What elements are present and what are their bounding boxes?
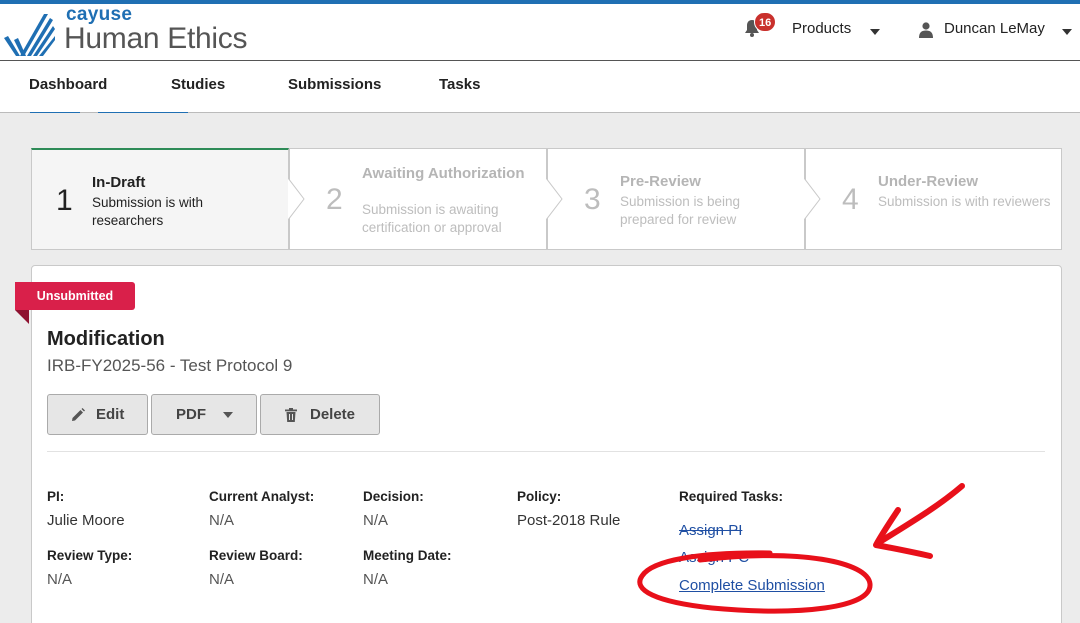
submission-card xyxy=(31,265,1062,623)
user-icon xyxy=(919,22,933,38)
step-title: Pre-Review xyxy=(620,173,701,190)
pi-label: PI: xyxy=(47,489,65,504)
main-nav: Dashboard Studies Submissions Tasks xyxy=(0,60,1080,113)
notification-count-badge[interactable]: 16 xyxy=(754,12,777,32)
step-number: 4 xyxy=(842,183,859,216)
trash-icon xyxy=(285,408,297,422)
step-chevron-icon xyxy=(546,178,563,220)
decision-value: N/A xyxy=(363,512,389,529)
status-badge: Unsubmitted xyxy=(15,282,135,310)
nav-submissions[interactable]: Submissions xyxy=(288,76,381,93)
step-number: 3 xyxy=(584,183,601,216)
step-awaiting-authorization: 2 Awaiting Authorization Submission is a… xyxy=(289,148,547,250)
decision-label: Decision: xyxy=(363,489,424,504)
products-chevron-down-icon[interactable] xyxy=(870,29,880,35)
nav-dashboard[interactable]: Dashboard xyxy=(29,76,107,93)
step-description: Submission is with reviewers xyxy=(878,194,1051,209)
workflow-stepper: 1 In-Draft Submission is with researcher… xyxy=(31,148,1062,250)
step-number: 1 xyxy=(56,184,73,217)
task-assign-pi-link[interactable]: Assign PI xyxy=(679,522,742,539)
meeting-date-value: N/A xyxy=(363,571,389,588)
current-analyst-label: Current Analyst: xyxy=(209,489,315,504)
cayuse-logo-icon[interactable] xyxy=(0,10,56,60)
pdf-dropdown-button[interactable]: PDF xyxy=(151,394,257,435)
step-chevron-icon xyxy=(804,178,821,220)
step-pre-review: 3 Pre-Review Submission is being prepare… xyxy=(547,148,805,250)
required-tasks-label: Required Tasks: xyxy=(679,489,784,504)
section-divider xyxy=(47,451,1045,452)
task-assign-pc-link[interactable]: Assign PC xyxy=(679,549,749,566)
step-chevron-icon xyxy=(288,178,305,220)
step-title: In-Draft xyxy=(92,174,146,191)
edit-button[interactable]: Edit xyxy=(47,394,148,435)
product-name: Human Ethics xyxy=(64,22,248,55)
submission-identifier: IRB-FY2025-56 - Test Protocol 9 xyxy=(47,356,293,375)
review-board-label: Review Board: xyxy=(209,548,303,563)
pdf-button-label: PDF xyxy=(176,406,206,423)
task-complete-submission-link[interactable]: Complete Submission xyxy=(679,577,825,594)
step-description: Submission is being prepared for review xyxy=(620,194,741,227)
delete-button-label: Delete xyxy=(310,406,356,423)
step-description: Submission is with researchers xyxy=(92,195,204,228)
pdf-chevron-down-icon xyxy=(223,412,233,418)
status-ribbon-fold xyxy=(15,310,29,324)
step-in-draft: 1 In-Draft Submission is with researcher… xyxy=(31,148,289,250)
step-under-review: 4 Under-Review Submission is with review… xyxy=(805,148,1062,250)
user-chevron-down-icon[interactable] xyxy=(1062,29,1072,35)
submission-type: Modification xyxy=(47,328,165,350)
pi-value: Julie Moore xyxy=(47,512,125,529)
step-description: Submission is awaiting certification or … xyxy=(362,202,502,235)
edit-button-label: Edit xyxy=(96,406,125,423)
current-analyst-value: N/A xyxy=(209,512,235,529)
policy-label: Policy: xyxy=(517,489,562,504)
user-menu[interactable]: Duncan LeMay xyxy=(944,20,1045,37)
step-number: 2 xyxy=(326,183,343,216)
nav-studies[interactable]: Studies xyxy=(171,76,225,93)
breadcrumb xyxy=(30,112,190,115)
review-type-value: N/A xyxy=(47,571,73,588)
pencil-icon xyxy=(72,408,85,421)
review-type-label: Review Type: xyxy=(47,548,133,563)
policy-value: Post-2018 Rule xyxy=(517,512,621,529)
nav-tasks[interactable]: Tasks xyxy=(439,76,480,93)
meeting-date-label: Meeting Date: xyxy=(363,548,452,563)
review-board-value: N/A xyxy=(209,571,235,588)
step-title: Awaiting Authorization xyxy=(362,165,525,182)
delete-button[interactable]: Delete xyxy=(260,394,380,435)
products-menu[interactable]: Products xyxy=(792,20,851,37)
step-title: Under-Review xyxy=(878,173,979,190)
